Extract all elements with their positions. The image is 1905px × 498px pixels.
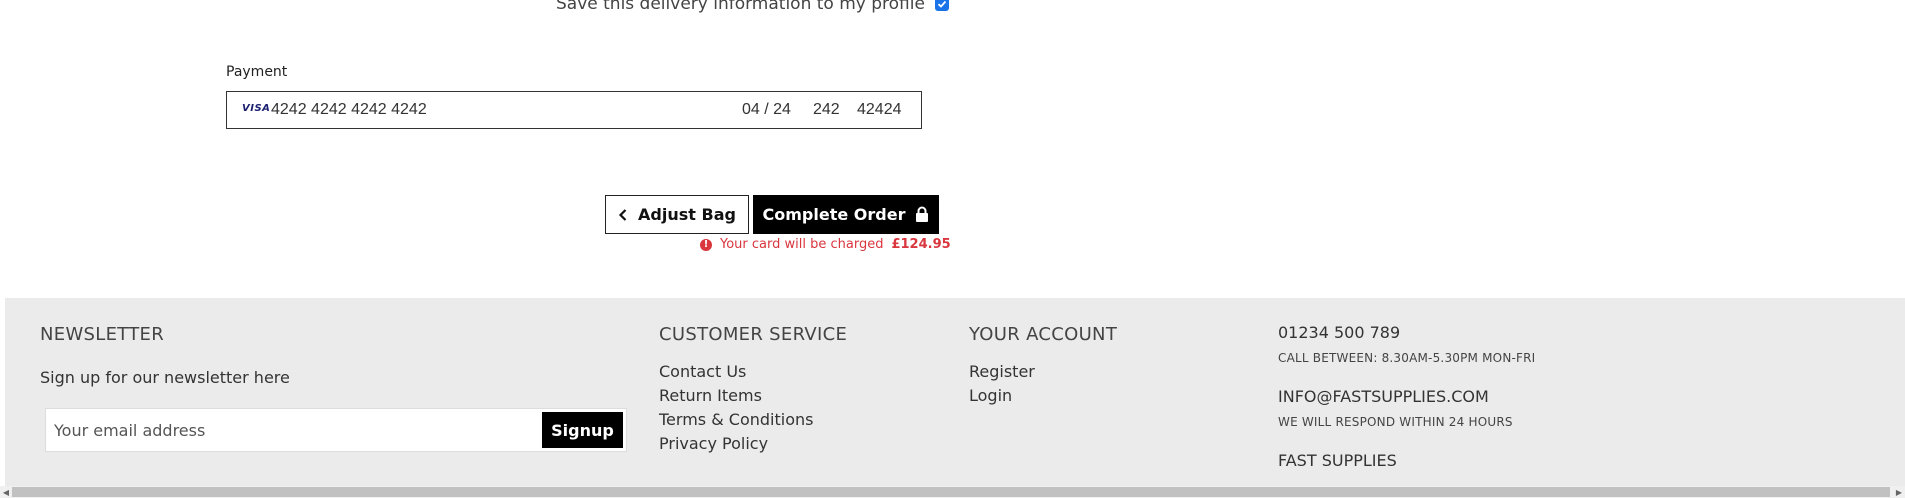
card-cvc-field[interactable]: 242 xyxy=(813,101,840,119)
company-name: FAST SUPPLIES xyxy=(1278,451,1397,470)
footer-link-terms[interactable]: Terms & Conditions xyxy=(659,408,813,432)
card-postcode-field[interactable]: 42424 xyxy=(857,101,902,119)
footer-link-return-items[interactable]: Return Items xyxy=(659,384,813,408)
footer-link-register[interactable]: Register xyxy=(969,360,1035,384)
account-links: Register Login xyxy=(969,360,1035,408)
save-delivery-row: Save this delivery information to my pro… xyxy=(556,0,949,14)
footer-link-privacy[interactable]: Privacy Policy xyxy=(659,432,813,456)
charge-amount: £124.95 xyxy=(891,237,951,252)
alert-icon: ! xyxy=(700,238,712,251)
card-input[interactable]: VISA 4242 4242 4242 4242 04 / 24 242 424… xyxy=(226,91,922,129)
adjust-bag-button[interactable]: Adjust Bag xyxy=(605,195,749,234)
newsletter-email-input[interactable] xyxy=(49,412,553,448)
charge-notice: ! Your card will be charged £124.95 xyxy=(700,237,951,252)
footer-link-login[interactable]: Login xyxy=(969,384,1035,408)
newsletter-text: Sign up for our newsletter here xyxy=(40,368,290,387)
contact-email[interactable]: INFO@FASTSUPPLIES.COM xyxy=(1278,387,1489,406)
save-delivery-label: Save this delivery information to my pro… xyxy=(556,0,925,14)
lock-icon xyxy=(916,206,929,222)
complete-order-button[interactable]: Complete Order xyxy=(753,195,939,234)
scroll-right-icon[interactable]: ▶ xyxy=(1893,486,1905,498)
footer-link-contact-us[interactable]: Contact Us xyxy=(659,360,813,384)
contact-email-note: WE WILL RESPOND WITHIN 24 HOURS xyxy=(1278,415,1513,429)
customer-service-links: Contact Us Return Items Terms & Conditio… xyxy=(659,360,813,456)
horizontal-scrollbar[interactable]: ◀ ▶ xyxy=(0,486,1905,498)
visa-icon: VISA xyxy=(242,103,271,114)
checkmark-icon xyxy=(937,0,947,8)
footer: NEWSLETTER Sign up for our newsletter he… xyxy=(5,298,1905,486)
contact-phone[interactable]: 01234 500 789 xyxy=(1278,323,1400,342)
scroll-left-icon[interactable]: ◀ xyxy=(0,486,12,498)
complete-order-label: Complete Order xyxy=(762,205,906,224)
signup-button[interactable]: Signup xyxy=(542,412,623,448)
customer-service-heading: CUSTOMER SERVICE xyxy=(659,324,848,345)
scrollbar-thumb[interactable] xyxy=(12,487,1890,497)
adjust-bag-label: Adjust Bag xyxy=(638,205,736,224)
save-delivery-checkbox[interactable] xyxy=(934,0,949,11)
newsletter-heading: NEWSLETTER xyxy=(40,324,165,345)
card-expiry-field[interactable]: 04 / 24 xyxy=(742,101,791,119)
account-heading: YOUR ACCOUNT xyxy=(969,324,1118,345)
newsletter-form: Signup xyxy=(45,408,627,452)
charge-text: Your card will be charged xyxy=(720,237,884,252)
chevron-left-icon xyxy=(618,208,627,221)
payment-title: Payment xyxy=(226,64,288,80)
contact-phone-note: CALL BETWEEN: 8.30AM-5.30PM MON-FRI xyxy=(1278,351,1536,365)
card-number-field[interactable]: 4242 4242 4242 4242 xyxy=(271,101,427,119)
